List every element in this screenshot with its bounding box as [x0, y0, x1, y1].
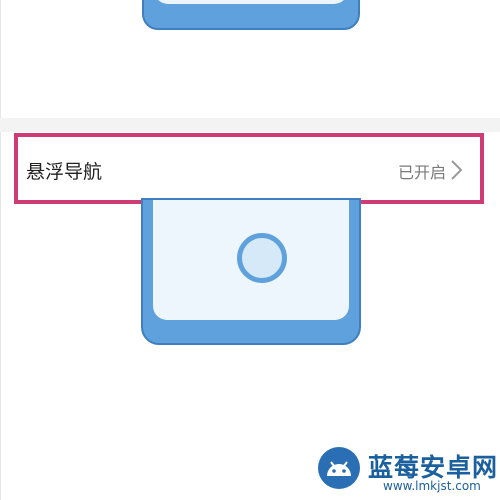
android-robot-logo-icon: [318, 447, 360, 489]
setting-label: 悬浮导航: [26, 161, 103, 183]
left-edge-line: [0, 0, 1, 500]
setting-status: 已开启: [397, 163, 446, 182]
phone-screen-top: [154, 0, 348, 4]
phone-illustration-bottom: [141, 198, 361, 345]
section-divider: [0, 118, 500, 132]
chevron-right-icon: [451, 160, 463, 180]
watermark-url: www.lmkjst.com: [383, 479, 481, 493]
phone-illustration-top: [142, 0, 360, 30]
phone-screen: [153, 200, 349, 320]
floating-navigation-ball-icon: [237, 233, 287, 283]
floating-navigation-setting-row[interactable]: 悬浮导航 已开启: [14, 133, 484, 204]
